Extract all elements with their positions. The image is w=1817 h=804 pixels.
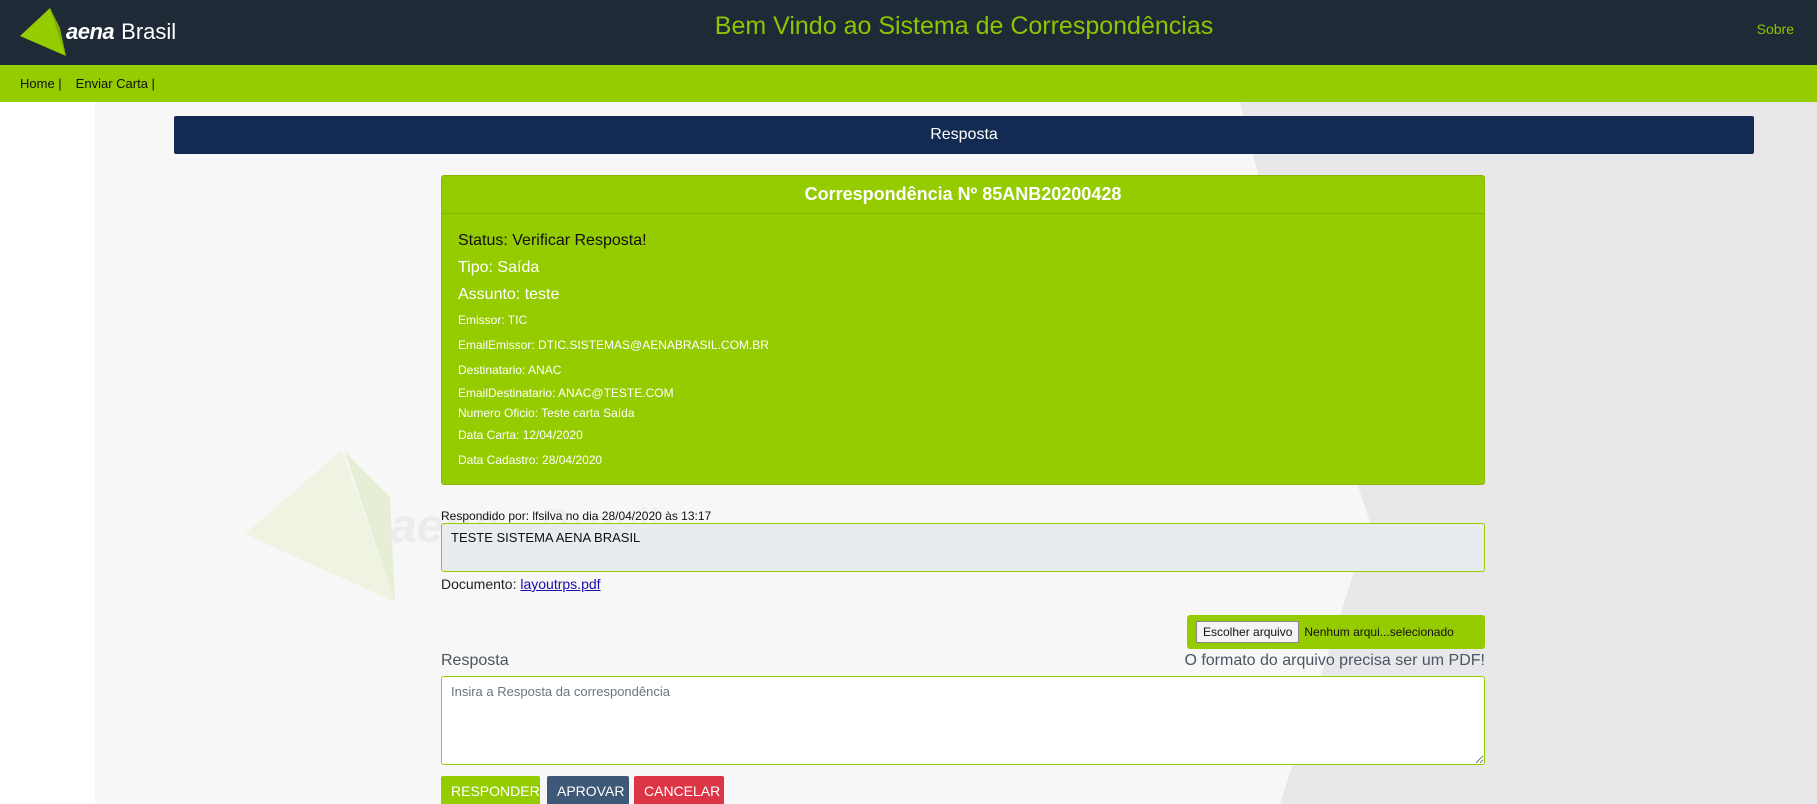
- previous-response-box: TESTE SISTEMA AENA BRASIL: [441, 523, 1485, 572]
- answered-by-text: Respondido por: lfsilva no dia 28/04/202…: [441, 509, 712, 523]
- data-carta-text: Data Carta: 12/04/2020: [458, 428, 583, 442]
- destinatario-text: Destinatario: ANAC: [458, 363, 562, 377]
- nav-home[interactable]: Home |: [20, 76, 62, 91]
- approve-button[interactable]: APROVAR: [547, 776, 629, 804]
- email-emissor-text: EmailEmissor: DTIC.SISTEMAS@AENABRASIL.C…: [458, 338, 769, 352]
- cancel-button[interactable]: CANCELAR: [634, 776, 724, 804]
- tipo-text: Tipo: Saída: [458, 259, 540, 276]
- reply-label: Resposta: [441, 652, 509, 669]
- reply-textarea[interactable]: [441, 676, 1485, 765]
- nav-send-letter[interactable]: Enviar Carta |: [76, 76, 155, 91]
- top-header: aena Brasil Bem Vindo ao Sistema de Corr…: [0, 0, 1817, 65]
- correspondence-card: Correspondência Nº 85ANB20200428 Status:…: [441, 175, 1485, 485]
- file-status-text: Nenhum arqui...selecionado: [1304, 625, 1454, 639]
- pdf-format-hint: O formato do arquivo precisa ser um PDF!: [1184, 652, 1485, 669]
- file-upload[interactable]: Escolher arquivo Nenhum arqui...selecion…: [1187, 615, 1485, 649]
- page-title-bar: Resposta: [174, 116, 1754, 154]
- correspondence-heading: Correspondência Nº 85ANB20200428: [442, 176, 1484, 214]
- email-destinatario-text: EmailDestinatario: ANAC@TESTE.COM: [458, 386, 674, 400]
- status-text: Status: Verificar Resposta!: [458, 232, 647, 249]
- data-cadastro-text: Data Cadastro: 28/04/2020: [458, 453, 603, 467]
- emissor-text: Emissor: TIC: [458, 313, 528, 327]
- numero-oficio-text: Numero Oficio: Teste carta Saída: [458, 406, 635, 420]
- document-line: Documento: layoutrps.pdf: [441, 576, 601, 592]
- assunto-text: Assunto: teste: [458, 286, 560, 303]
- document-label: Documento:: [441, 576, 517, 592]
- page-title: Resposta: [930, 126, 998, 143]
- choose-file-button[interactable]: Escolher arquivo: [1196, 621, 1300, 643]
- about-link[interactable]: Sobre: [1757, 21, 1794, 37]
- document-link[interactable]: layoutrps.pdf: [520, 576, 600, 592]
- reply-button[interactable]: RESPONDER: [441, 776, 540, 804]
- nav-bar: Home | Enviar Carta |: [0, 65, 1817, 102]
- site-title: Bem Vindo ao Sistema de Correspondências: [714, 12, 1214, 40]
